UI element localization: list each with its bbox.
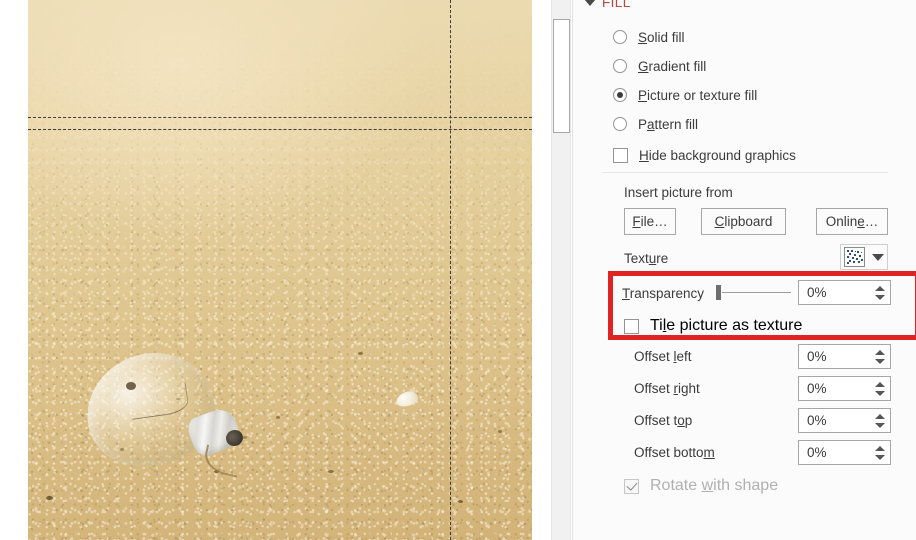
app-root: FILL Solid fill Gradient fill Picture or… [0,0,916,540]
offset-right-spinbox[interactable]: 0% [798,376,891,401]
offset-left-label: Offset left [634,349,692,364]
section-divider [602,172,888,173]
checkbox-rotate-with-shape: Rotate with shape [624,476,778,496]
spinner-down-icon[interactable] [875,294,885,300]
transparency-slider[interactable] [716,285,791,300]
transparency-spinbox[interactable]: 0% [798,280,891,305]
insert-from-file-button[interactable]: File… [624,208,676,235]
texture-preview-icon [844,247,865,267]
offset-left-value[interactable]: 0% [799,349,870,364]
sand-pebble [498,430,502,433]
radio-label: Picture or texture fill [638,87,758,103]
slider-track[interactable] [722,292,791,293]
radio-label: Solid fill [638,29,685,45]
radio-pattern-fill[interactable]: Pattern fill [613,114,698,134]
sand-twig [201,444,243,478]
slider-thumb[interactable] [716,285,721,300]
offset-right-label: Offset right [634,381,700,396]
bulb-filament-node [126,382,136,390]
offset-bottom-label: Offset bottom [634,445,715,460]
slide-background-image[interactable] [28,0,532,540]
spinner-down-icon[interactable] [875,358,885,364]
radio-indicator[interactable] [613,59,627,73]
offset-bottom-value[interactable]: 0% [799,445,870,460]
radio-solid-fill[interactable]: Solid fill [613,27,685,47]
checkbox-indicator[interactable] [613,147,628,163]
offset-left-spinbox[interactable]: 0% [798,344,891,369]
spinner-up-icon[interactable] [875,413,885,419]
spinner-arrows[interactable] [870,377,890,400]
fill-section-header[interactable]: FILL [584,0,631,10]
radio-indicator[interactable] [613,117,627,131]
transparency-label: Transparency [622,286,705,301]
spinner-arrows[interactable] [870,441,890,464]
chevron-down-icon[interactable] [872,253,884,261]
spinner-arrows[interactable] [870,345,890,368]
sand-pebble [46,496,53,500]
checkbox-hide-background-graphics[interactable]: Hide background graphics [613,145,796,165]
offset-bottom-spinbox[interactable]: 0% [798,440,891,465]
collapse-triangle-icon[interactable] [584,0,596,6]
offset-top-value[interactable]: 0% [799,413,870,428]
offset-top-label: Offset top [634,413,693,428]
sand-pebble [328,470,334,473]
speckle-pattern-icon [845,248,864,266]
spinner-down-icon[interactable] [875,422,885,428]
insert-from-online-button[interactable]: Online… [816,208,888,235]
checkbox-label: Tile picture as texture [650,317,803,334]
checkbox-label: Hide background graphics [639,147,796,163]
spinner-arrows[interactable] [870,409,890,432]
radio-indicator[interactable] [613,30,627,44]
checkbox-indicator-checked [624,478,639,494]
format-pane-scrollbar[interactable] [551,0,571,540]
radio-picture-or-texture-fill[interactable]: Picture or texture fill [613,85,757,105]
checkbox-label: Rotate with shape [650,477,779,494]
scrollbar-thumb[interactable] [553,19,570,133]
spinner-down-icon[interactable] [875,454,885,460]
slide-canvas-area [0,0,548,540]
checkbox-tile-picture-as-texture[interactable]: Tile picture as texture [624,316,802,336]
offset-right-value[interactable]: 0% [799,381,870,396]
checkbox-indicator[interactable] [624,318,639,334]
spinner-up-icon[interactable] [875,349,885,355]
insert-picture-from-label: Insert picture from [624,185,733,200]
sand-pebble [358,352,363,355]
guide-line-horizontal-lower[interactable] [28,129,532,130]
spinner-up-icon[interactable] [875,285,885,291]
spinner-down-icon[interactable] [875,390,885,396]
guide-line-horizontal-upper[interactable] [28,117,532,118]
radio-gradient-fill[interactable]: Gradient fill [613,56,706,76]
offset-top-spinbox[interactable]: 0% [798,408,891,433]
spinner-arrows[interactable] [870,281,890,304]
spinner-up-icon[interactable] [875,381,885,387]
texture-picker-dropdown[interactable] [840,244,888,270]
radio-indicator-selected[interactable] [613,88,627,102]
spinner-up-icon[interactable] [875,445,885,451]
texture-label: Texture [624,251,669,266]
transparency-value[interactable]: 0% [799,285,870,300]
radio-label: Pattern fill [638,116,699,132]
light-bulb [71,336,286,502]
radio-label: Gradient fill [638,58,707,74]
sand-pebble [458,500,463,503]
fill-section-title: FILL [602,0,631,10]
insert-from-clipboard-button[interactable]: Clipboard [701,208,786,235]
guide-line-vertical[interactable] [450,0,451,540]
